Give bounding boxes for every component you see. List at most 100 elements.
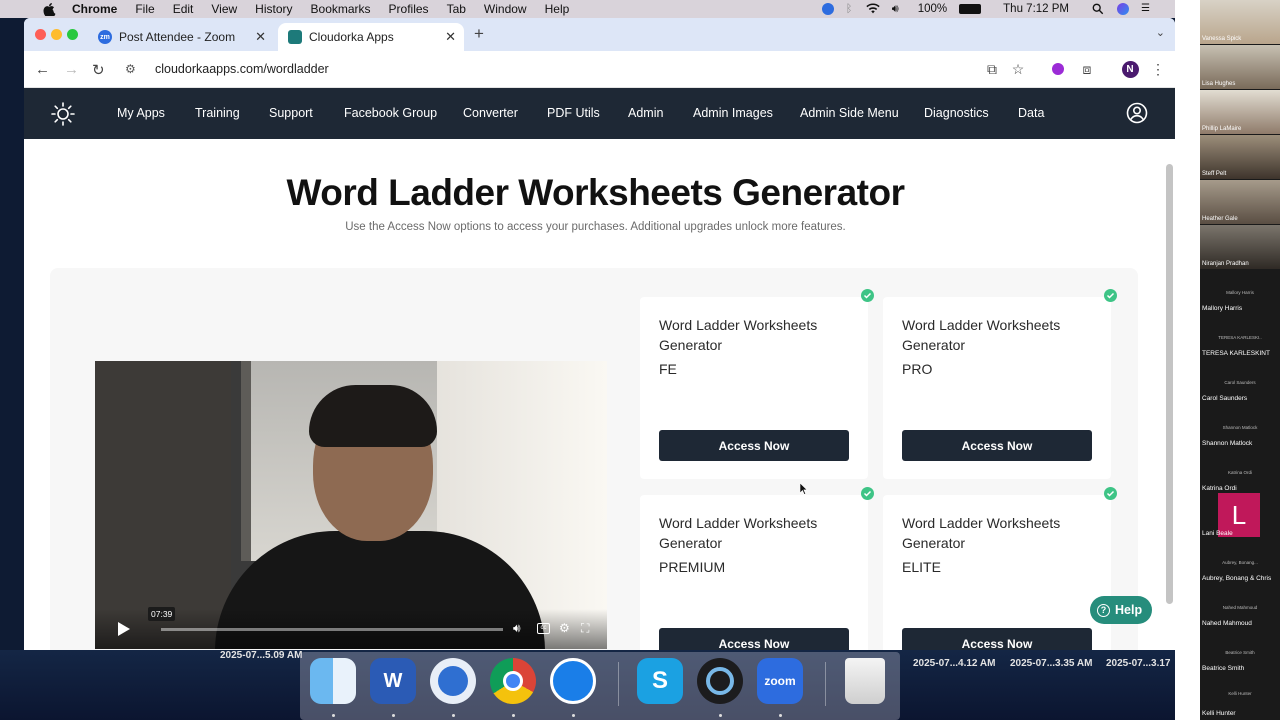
quicktime-icon[interactable] (697, 658, 743, 704)
chrome-app-icon[interactable] (490, 658, 536, 704)
captions-icon[interactable]: cc (537, 623, 550, 634)
spotlight-search-icon[interactable] (1091, 3, 1105, 15)
zoom-status-icon[interactable] (821, 3, 834, 15)
participant-video-tile[interactable]: Niranjan Pradhan (1200, 225, 1280, 269)
site-settings-icon[interactable]: ⚙ (125, 62, 141, 76)
nav-my-apps[interactable]: My Apps (117, 106, 165, 120)
nav-pdf-utils[interactable]: PDF Utils (547, 106, 600, 120)
access-now-button[interactable]: Access Now (659, 628, 849, 650)
macos-menubar: Chrome File Edit View History Bookmarks … (0, 0, 1175, 18)
participant-video-tile[interactable]: Vanessa Spick (1200, 0, 1280, 44)
participant-label: Kelli Hunter (1228, 691, 1252, 696)
cloudorka-favicon-icon (288, 30, 302, 44)
mail-app-icon[interactable] (430, 658, 476, 704)
extension-icon[interactable] (1048, 59, 1068, 79)
participant-name-tile[interactable]: Nahed Mahmoud Nahed Mahmoud (1200, 600, 1280, 644)
nav-support[interactable]: Support (269, 106, 313, 120)
desktop-file-label[interactable]: 2025-07...5.09 AM (220, 650, 302, 661)
tab-post-attendee-zoom[interactable]: zm Post Attendee - Zoom ✕ (88, 23, 274, 51)
nav-admin[interactable]: Admin (628, 106, 663, 120)
volume-icon[interactable]: 🔊︎ (892, 3, 906, 15)
install-app-icon[interactable]: ⧉ (982, 59, 1002, 79)
forward-button[interactable]: → (64, 61, 79, 78)
close-tab-icon[interactable]: ✕ (255, 29, 266, 45)
bookmark-star-icon[interactable]: ☆ (1008, 59, 1028, 79)
word-icon[interactable]: W (370, 658, 416, 704)
menu-view[interactable]: View (211, 2, 237, 16)
nav-data[interactable]: Data (1018, 106, 1044, 120)
participant-name-tile[interactable]: Kelli Hunter Kelli Hunter (1200, 676, 1280, 720)
battery-icon[interactable] (959, 4, 982, 14)
access-now-button[interactable]: Access Now (902, 430, 1092, 461)
menu-app-chrome[interactable]: Chrome (72, 2, 117, 16)
trash-icon[interactable] (845, 658, 885, 704)
menu-window[interactable]: Window (484, 2, 527, 16)
skype-icon[interactable]: S (637, 658, 683, 704)
nav-facebook-group[interactable]: Facebook Group (344, 106, 437, 120)
volume-icon[interactable]: 🔊︎ (513, 621, 527, 635)
menu-bookmarks[interactable]: Bookmarks (311, 2, 371, 16)
chrome-menu-icon[interactable]: ⋮ (1148, 59, 1168, 79)
access-now-button[interactable]: Access Now (659, 430, 849, 461)
play-icon[interactable] (117, 621, 131, 637)
video-player[interactable]: 07:39 🔊︎ cc ⚙ ⛶ (95, 361, 607, 649)
participant-name-tile[interactable]: Lani Beale (1200, 510, 1280, 554)
desktop-file-label[interactable]: 2025-07...3.17 (1106, 658, 1171, 669)
participant-video-tile[interactable]: Steff Pelt (1200, 135, 1280, 179)
menu-history[interactable]: History (255, 2, 292, 16)
nav-admin-side-menu[interactable]: Admin Side Menu (800, 106, 899, 120)
access-now-button[interactable]: Access Now (902, 628, 1092, 650)
page-scrollbar[interactable] (1166, 164, 1173, 604)
menu-edit[interactable]: Edit (173, 2, 194, 16)
safari-icon[interactable] (550, 658, 596, 704)
menu-profiles[interactable]: Profiles (389, 2, 429, 16)
minimize-window-button[interactable] (51, 29, 62, 40)
zoom-app-icon[interactable]: zoom (757, 658, 803, 704)
apple-icon[interactable] (40, 2, 58, 16)
menubar-clock[interactable]: Thu 7:12 PM (1003, 3, 1069, 15)
nav-admin-images[interactable]: Admin Images (693, 106, 773, 120)
card-tier: ELITE (902, 559, 941, 575)
desktop-file-label[interactable]: 2025-07...3.35 AM (1010, 658, 1092, 669)
menu-tab[interactable]: Tab (447, 2, 466, 16)
participant-name-tile[interactable]: Carol Saunders Carol Saunders (1200, 375, 1280, 419)
bluetooth-icon[interactable]: ᛒ (846, 3, 854, 15)
address-bar[interactable]: ⚙ cloudorkaapps.com/wordladder (119, 56, 984, 82)
video-progress-bar[interactable] (161, 628, 503, 631)
zoom-favicon-icon: zm (98, 30, 112, 44)
tab-search-chevron-icon[interactable]: ⌄ (1156, 26, 1165, 39)
card-tier: PRO (902, 361, 933, 377)
siri-icon[interactable] (1117, 3, 1129, 15)
profile-avatar[interactable]: N (1120, 59, 1140, 79)
cloudorka-logo-icon[interactable] (50, 101, 76, 127)
user-account-icon[interactable] (1126, 102, 1148, 124)
url-text[interactable]: cloudorkaapps.com/wordladder (155, 62, 329, 76)
nav-diagnostics[interactable]: Diagnostics (924, 106, 989, 120)
settings-gear-icon[interactable]: ⚙ (559, 621, 573, 635)
close-window-button[interactable] (35, 29, 46, 40)
participant-name-tile[interactable]: Mallory Harris Mallory Harris (1200, 285, 1280, 329)
nav-converter[interactable]: Converter (463, 106, 518, 120)
finder-icon[interactable] (310, 658, 356, 704)
participant-video-tile[interactable]: Heather Gale (1200, 180, 1280, 224)
menu-help[interactable]: Help (545, 2, 570, 16)
participant-name-tile[interactable]: TERESA KARLESKI.. TERESA KARLESKINT (1200, 330, 1280, 374)
participant-name-tile[interactable]: Aubrey, Bonang... Aubrey, Bonang & Chris (1200, 555, 1280, 599)
close-tab-icon[interactable]: ✕ (445, 29, 456, 45)
reload-button[interactable]: ↻ (92, 61, 105, 79)
control-center-icon[interactable]: ☰ (1141, 3, 1155, 15)
tab-cloudorka-apps[interactable]: Cloudorka Apps ✕ (278, 23, 464, 51)
maximize-window-button[interactable] (67, 29, 78, 40)
extensions-puzzle-icon[interactable]: ⧈ (1077, 59, 1097, 79)
participant-video-tile[interactable]: Phillip LaMaire (1200, 90, 1280, 134)
participant-name-tile[interactable]: Shannon Matlock Shannon Matlock (1200, 420, 1280, 464)
back-button[interactable]: ← (35, 61, 50, 78)
new-tab-button[interactable]: + (474, 24, 484, 44)
help-button[interactable]: ? Help (1090, 596, 1152, 624)
participant-video-tile[interactable]: Lisa Hughes (1200, 45, 1280, 89)
fullscreen-icon[interactable]: ⛶ (581, 621, 595, 635)
wifi-icon[interactable] (866, 3, 880, 15)
nav-training[interactable]: Training (195, 106, 240, 120)
desktop-file-label[interactable]: 2025-07...4.12 AM (913, 658, 995, 669)
menu-file[interactable]: File (135, 2, 154, 16)
